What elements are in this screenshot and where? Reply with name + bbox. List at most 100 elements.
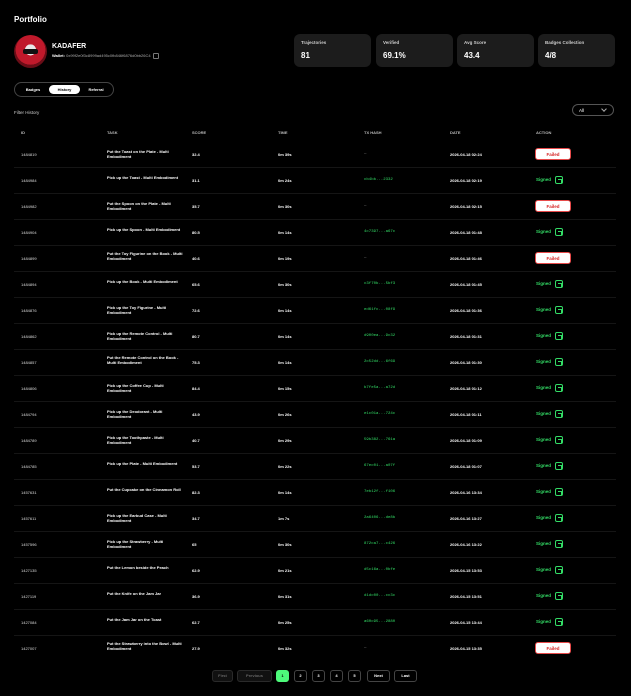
tab-bar: Badges History Referral	[14, 82, 114, 97]
row-id: 1484785	[21, 464, 37, 469]
row-tx-hash[interactable]: 59b382...761a	[364, 438, 395, 442]
row-id: 1427007	[21, 646, 37, 651]
pagination-previous[interactable]: Previous	[237, 670, 272, 682]
row-score: 40.6	[192, 256, 200, 261]
share-icon[interactable]	[555, 436, 563, 444]
row-tx-hash[interactable]: cb4bb...2332	[364, 178, 393, 182]
row-task: Pick up the Earbud Case - Multi Embodime…	[107, 513, 167, 523]
share-icon[interactable]	[555, 306, 563, 314]
row-divider	[14, 349, 616, 350]
row-divider	[14, 245, 616, 246]
avatar	[14, 35, 47, 68]
row-time: 0m 39s	[278, 152, 292, 157]
row-task: Put the Lemon beside the Peach	[107, 565, 169, 570]
page-title: Portfolio	[14, 15, 47, 24]
share-icon[interactable]	[555, 332, 563, 340]
filter-selected-value: All	[579, 108, 585, 113]
row-id: 1484894	[21, 282, 37, 287]
row-divider	[14, 453, 616, 454]
row-divider	[14, 557, 616, 558]
pagination-page-3[interactable]: 3	[312, 670, 325, 682]
row-divider	[14, 219, 616, 220]
share-icon[interactable]	[555, 540, 563, 548]
row-date: 2026-04-15 13:51	[450, 594, 482, 599]
pagination-last[interactable]: Last	[394, 670, 417, 682]
row-task: Put the Knife on the Jam Jar	[107, 591, 162, 596]
row-tx-hash[interactable]: 872ca7...c426	[364, 542, 395, 546]
share-icon[interactable]	[555, 280, 563, 288]
row-date: 2026-04-18 01:12	[450, 386, 482, 391]
share-icon[interactable]	[555, 566, 563, 574]
row-tx-hash[interactable]: b7fe5a...a72d	[364, 386, 395, 390]
pagination-page-4[interactable]: 4	[330, 670, 343, 682]
username: KADAFER	[52, 43, 87, 50]
stat-card-trajectories: Trajectories 81	[294, 34, 371, 67]
row-tx-hash[interactable]: 4c7397...a67c	[364, 230, 395, 234]
row-date: 2026-04-16 13:34	[450, 490, 482, 495]
row-tx-hash[interactable]: 7eb12f...f106	[364, 490, 395, 494]
row-date: 2026-04-18 01:07	[450, 464, 482, 469]
stat-card-avg-score: Avg Score 43.4	[457, 34, 534, 67]
share-icon[interactable]	[555, 384, 563, 392]
row-time: 0m 14s	[278, 308, 292, 313]
row-score: 72.6	[192, 308, 200, 313]
row-divider	[14, 479, 616, 480]
row-score: 62.9	[192, 568, 200, 573]
pagination-next[interactable]: Next	[367, 670, 390, 682]
stat-value: 69.1%	[383, 51, 406, 60]
pagination-page-2[interactable]: 2	[294, 670, 307, 682]
filter-select[interactable]: All	[572, 104, 614, 116]
share-icon[interactable]	[555, 618, 563, 626]
signed-status: Signed	[536, 541, 552, 546]
row-tx-hash[interactable]: 2a6406...de8b	[364, 516, 395, 520]
signed-status: Signed	[536, 333, 552, 338]
share-icon[interactable]	[555, 176, 563, 184]
pagination-first[interactable]: First	[212, 670, 233, 682]
row-time: 0m 14s	[278, 230, 292, 235]
row-score: 80.5	[192, 230, 200, 235]
row-id: 1484899	[21, 256, 37, 261]
row-tx-hash[interactable]: d5c16a...0bfe	[364, 568, 395, 572]
signed-status: Signed	[536, 515, 552, 520]
wallet: Wallet: 0x99f2e0f3c8999ad495c0fb846f6876…	[52, 53, 159, 59]
row-task: Put the Strawberry into the Bowl - Multi…	[107, 641, 182, 651]
share-icon[interactable]	[555, 514, 563, 522]
row-time: 0m 25s	[278, 620, 292, 625]
row-task: Pick up the Toast - Multi Embodiment	[107, 175, 179, 180]
row-divider	[14, 167, 616, 168]
row-divider	[14, 609, 616, 610]
pagination-page-1[interactable]: 1	[276, 670, 289, 682]
row-date: 2026-04-18 02:15	[450, 204, 482, 209]
chevron-down-icon	[601, 106, 607, 112]
tab-badges[interactable]: Badges	[18, 85, 48, 94]
share-icon[interactable]	[555, 228, 563, 236]
copy-icon[interactable]	[152, 53, 159, 59]
row-tx-hash[interactable]: a60c95...2880	[364, 620, 395, 624]
row-tx-hash[interactable]: d900ea...9c32	[364, 334, 395, 338]
row-tx-hash[interactable]: d1dc00...cc3c	[364, 594, 395, 598]
share-icon[interactable]	[555, 488, 563, 496]
row-date: 2026-04-15 13:53	[450, 568, 482, 573]
share-icon[interactable]	[555, 410, 563, 418]
row-tx-hash[interactable]: 67ec01...a07f	[364, 464, 395, 468]
row-score: 43.9	[192, 412, 200, 417]
row-tx-hash[interactable]: e1c01a...724c	[364, 412, 395, 416]
row-id: 1484794	[21, 412, 37, 417]
stat-label: Badges Collection	[545, 40, 585, 45]
row-task: Pick up the Spoon - Multi Embodiment	[107, 227, 181, 232]
pagination-page-5[interactable]: 5	[348, 670, 361, 682]
tab-history[interactable]: History	[49, 85, 80, 94]
share-icon[interactable]	[555, 592, 563, 600]
row-divider	[14, 193, 616, 194]
wallet-label: Wallet:	[52, 53, 65, 59]
share-icon[interactable]	[555, 462, 563, 470]
share-icon[interactable]	[555, 358, 563, 366]
row-task: Pick up the Coffee Cup - Multi Embodimen…	[107, 383, 164, 393]
row-score: 35.7	[192, 204, 200, 209]
tab-referral[interactable]: Referral	[81, 85, 111, 94]
row-score: 82.3	[192, 490, 200, 495]
signed-status: Signed	[536, 593, 552, 598]
row-tx-hash[interactable]: 2c52dd...6f69	[364, 360, 395, 364]
row-tx-hash[interactable]: c3f70b...5bf3	[364, 282, 395, 286]
row-tx-hash[interactable]: ed61fc...08f9	[364, 308, 395, 312]
